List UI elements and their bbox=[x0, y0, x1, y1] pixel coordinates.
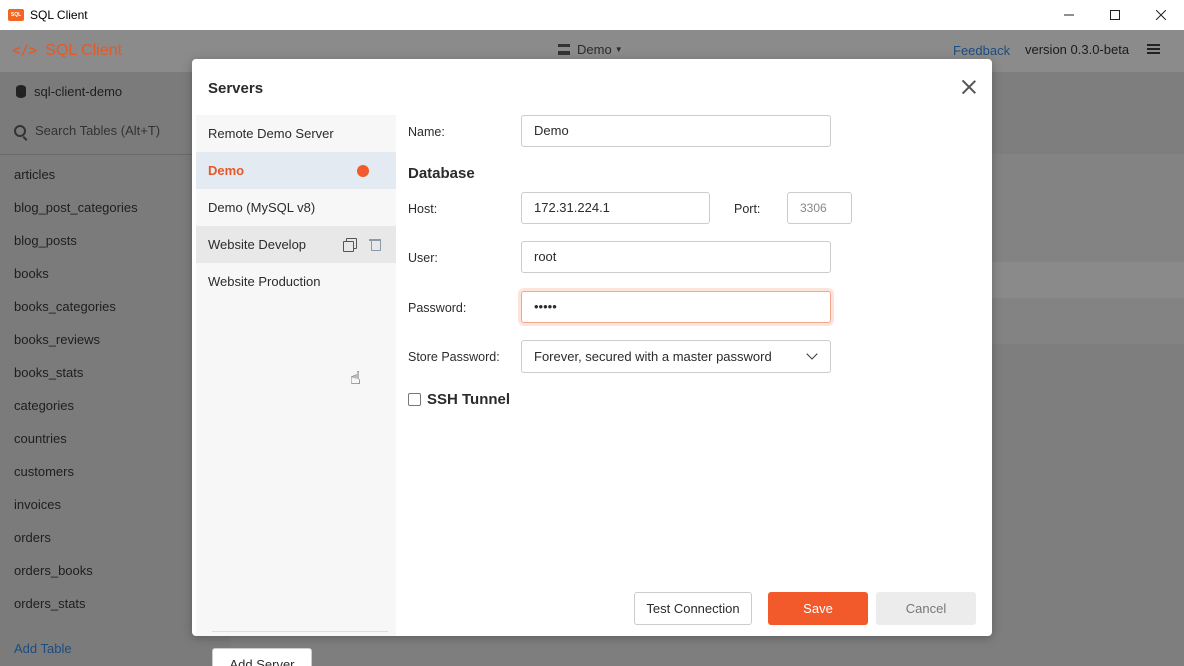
ssh-tunnel-checkbox[interactable] bbox=[408, 393, 421, 406]
cancel-button[interactable]: Cancel bbox=[876, 592, 976, 625]
database-heading: Database bbox=[408, 165, 475, 182]
test-connection-button[interactable]: Test Connection bbox=[634, 592, 752, 625]
brand[interactable]: </> SQL Client bbox=[12, 42, 122, 60]
maximize-icon bbox=[1110, 10, 1120, 20]
close-window-button[interactable] bbox=[1138, 0, 1184, 30]
user-input[interactable]: root bbox=[521, 241, 831, 273]
user-label: User: bbox=[408, 251, 438, 265]
minimize-icon bbox=[1064, 14, 1074, 16]
server-item-label: Website Production bbox=[208, 274, 321, 289]
close-modal-icon[interactable] bbox=[960, 78, 978, 96]
server-item-label: Demo bbox=[208, 163, 245, 178]
server-item-label: Demo (MySQL v8) bbox=[208, 200, 316, 215]
name-input[interactable]: Demo bbox=[521, 115, 831, 147]
window-titlebar: SQL SQL Client bbox=[0, 0, 1184, 30]
maximize-button[interactable] bbox=[1092, 0, 1138, 30]
store-password-select[interactable]: Forever, secured with a master password bbox=[521, 340, 831, 373]
copy-icon[interactable] bbox=[343, 238, 357, 252]
password-label: Password: bbox=[408, 301, 467, 315]
server-list-divider bbox=[212, 631, 388, 632]
table-item[interactable]: orders_stats bbox=[14, 595, 138, 628]
add-server-button[interactable]: Add Server bbox=[212, 648, 312, 666]
server-item-demo[interactable]: Demo bbox=[196, 152, 396, 189]
brand-label: SQL Client bbox=[45, 42, 123, 59]
table-list: articles blog_post_categories blog_posts… bbox=[14, 166, 138, 628]
server-item-website-develop[interactable]: Website Develop bbox=[196, 226, 396, 263]
modal-title: Servers bbox=[208, 80, 264, 97]
database-icon bbox=[16, 85, 26, 98]
search-input[interactable]: Search Tables (Alt+T) bbox=[35, 123, 160, 138]
app-icon: SQL bbox=[8, 9, 24, 21]
minimize-button[interactable] bbox=[1046, 0, 1092, 30]
code-icon: </> bbox=[12, 43, 38, 59]
store-password-value: Forever, secured with a master password bbox=[534, 349, 772, 364]
close-icon bbox=[1156, 10, 1166, 20]
server-item-label: Website Develop bbox=[208, 237, 307, 252]
add-table-link[interactable]: Add Table bbox=[14, 641, 72, 656]
unsaved-indicator-icon bbox=[357, 165, 369, 177]
sidebar-database-label: sql-client-demo bbox=[34, 84, 123, 99]
port-input[interactable]: 3306 bbox=[787, 192, 852, 224]
port-label: Port: bbox=[734, 202, 761, 216]
server-list: Remote Demo Server Demo Demo (MySQL v8) … bbox=[196, 115, 396, 666]
sidebar-database[interactable]: sql-client-demo bbox=[16, 84, 122, 99]
table-item[interactable]: blog_posts bbox=[14, 232, 138, 265]
server-icon bbox=[558, 44, 570, 55]
feedback-link[interactable]: Feedback bbox=[953, 43, 1010, 58]
table-item[interactable]: books bbox=[14, 265, 138, 298]
table-item[interactable]: blog_post_categories bbox=[14, 199, 138, 232]
menu-icon[interactable] bbox=[1147, 44, 1160, 54]
server-item-website-production[interactable]: Website Production bbox=[196, 263, 396, 300]
host-input[interactable]: 172.31.224.1 bbox=[521, 192, 710, 224]
table-item[interactable]: books_reviews bbox=[14, 331, 138, 364]
chevron-down-icon bbox=[806, 348, 818, 360]
table-search[interactable]: Search Tables (Alt+T) bbox=[14, 123, 160, 138]
server-item-label: Remote Demo Server bbox=[208, 126, 334, 141]
caret-down-icon: ▼ bbox=[614, 45, 623, 54]
search-icon bbox=[14, 124, 26, 137]
servers-modal: Servers Remote Demo Server Demo Demo (My… bbox=[192, 59, 992, 666]
version-label: version 0.3.0-beta bbox=[1025, 42, 1130, 57]
database-selector[interactable]: Demo ▼ bbox=[558, 42, 623, 57]
host-label: Host: bbox=[408, 202, 438, 216]
table-item[interactable]: customers bbox=[14, 463, 138, 496]
database-selector-label: Demo bbox=[577, 42, 612, 57]
table-item[interactable]: books_stats bbox=[14, 364, 138, 397]
table-item[interactable]: countries bbox=[14, 430, 138, 463]
table-item[interactable]: books_categories bbox=[14, 298, 138, 331]
server-item-remote-demo[interactable]: Remote Demo Server bbox=[196, 115, 396, 152]
hand-cursor-icon: ☝ bbox=[350, 368, 361, 388]
store-password-label: Store Password: bbox=[408, 350, 500, 364]
trash-icon[interactable] bbox=[369, 238, 381, 251]
name-label: Name: bbox=[408, 125, 445, 139]
save-button[interactable]: Save bbox=[768, 592, 868, 625]
table-item[interactable]: articles bbox=[14, 166, 138, 199]
table-item[interactable]: orders_books bbox=[14, 562, 138, 595]
password-input[interactable]: ••••• bbox=[521, 291, 831, 323]
server-item-demo-mysql[interactable]: Demo (MySQL v8) bbox=[196, 189, 396, 226]
ssh-tunnel-label[interactable]: SSH Tunnel bbox=[427, 391, 510, 408]
window-controls bbox=[1046, 0, 1184, 30]
table-item[interactable]: categories bbox=[14, 397, 138, 430]
window-title: SQL Client bbox=[30, 8, 88, 22]
table-item[interactable]: invoices bbox=[14, 496, 138, 529]
table-item[interactable]: orders bbox=[14, 529, 138, 562]
